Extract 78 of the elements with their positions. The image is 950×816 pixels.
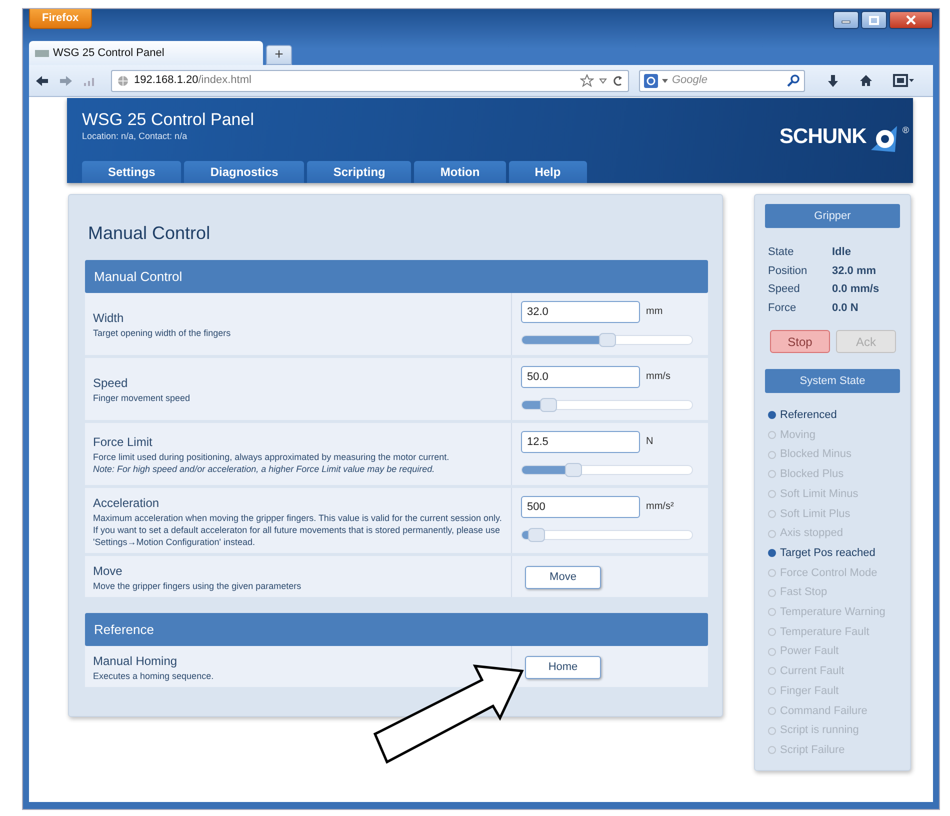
page-title: WSG 25 Control Panel	[82, 110, 255, 130]
field-description: Maximum acceleration when moving the gripper fingers. This value is valid for the current session only. If you want to set a default acceleraton for all future movements that is stored permanently, please use 'Settings→Motion Configuration' instead.	[93, 512, 503, 548]
minimize-button[interactable]	[833, 11, 859, 29]
stat-label: Speed	[768, 282, 801, 297]
section-header: Manual Control	[85, 260, 708, 293]
maximize-icon	[869, 16, 879, 24]
stat-label: Position	[768, 264, 808, 278]
nav-tab[interactable]: Diagnostics	[184, 161, 304, 183]
dropdown-icon[interactable]	[599, 78, 607, 84]
stat-value: 0.0 N	[832, 300, 860, 316]
unit-label: N	[646, 435, 654, 450]
stat-value: 32.0 mm	[832, 264, 878, 278]
slider-thumb[interactable]	[540, 398, 556, 412]
section-header: Reference	[85, 612, 708, 646]
panel-title: Manual Control	[88, 223, 212, 245]
field-label: Speed	[93, 375, 129, 392]
forward-icon[interactable]	[59, 74, 73, 86]
globe-icon	[117, 74, 129, 86]
field-label: Force Limit	[93, 434, 154, 452]
section-header: Gripper	[765, 204, 900, 228]
registered-mark: ®	[902, 124, 909, 137]
input-field[interactable]: 32.0	[521, 300, 640, 323]
close-button[interactable]	[889, 11, 933, 29]
search-field[interactable]: Google	[639, 70, 805, 92]
input-field[interactable]: 500	[521, 496, 640, 518]
field-description: Executes a homing sequence.	[93, 670, 215, 682]
field-label: Manual Homing	[93, 652, 178, 670]
field-description: Finger movement speed	[93, 392, 192, 404]
field-label: Width	[93, 310, 125, 328]
unit-label: mm/s²	[646, 500, 674, 514]
action-button[interactable]: Move	[525, 566, 601, 589]
new-tab-button[interactable]: +	[266, 45, 292, 65]
nav-tab[interactable]: Motion	[414, 161, 506, 183]
nav-tab[interactable]: Help	[508, 161, 587, 183]
input-field[interactable]: 50.0	[521, 366, 640, 388]
search-icon[interactable]	[787, 74, 800, 87]
nav-tab[interactable]: Settings	[82, 161, 182, 183]
stat-label: State	[768, 245, 795, 260]
page-subtitle: Location: n/a, Contact: n/a	[82, 130, 188, 143]
status-label: Target Pos reached	[780, 546, 876, 561]
maximize-button[interactable]	[861, 11, 887, 29]
home-icon[interactable]	[859, 74, 873, 87]
close-icon	[906, 15, 916, 25]
page-icon	[35, 48, 49, 58]
slider-thumb[interactable]	[528, 528, 545, 542]
stat-value: 0.0 mm/s	[832, 282, 880, 297]
slider[interactable]	[521, 464, 693, 475]
status-label: Referenced	[780, 408, 837, 423]
slider[interactable]	[521, 334, 693, 345]
stop-button[interactable]: Stop	[770, 330, 830, 353]
bookmarks-icon[interactable]	[893, 74, 915, 87]
nav-tab[interactable]: Scripting	[307, 161, 412, 183]
field-description: Move the gripper fingers using the given parameters	[93, 580, 302, 592]
reload-icon[interactable]	[612, 74, 623, 86]
slider[interactable]	[521, 530, 693, 540]
download-icon[interactable]	[827, 74, 839, 88]
action-button[interactable]: Home	[525, 656, 601, 679]
stat-value: Idle	[832, 245, 852, 260]
address-bar[interactable]: 192.168.1.20/index.html	[111, 70, 629, 92]
logo-text: SCHUNK	[780, 124, 866, 150]
url-text: 192.168.1.20/index.html	[134, 73, 252, 88]
field-label: Acceleration	[93, 494, 160, 512]
browser-tab[interactable]: WSG 25 Control Panel	[29, 41, 263, 65]
slider[interactable]	[521, 400, 693, 410]
field-description: Target opening width of the fingers	[93, 327, 232, 340]
stat-label: Force	[768, 300, 798, 316]
back-icon[interactable]	[35, 74, 49, 86]
caret-icon	[662, 78, 668, 82]
field-label: Move	[93, 562, 124, 580]
unit-label: mm	[646, 305, 663, 320]
section-header: System State	[765, 369, 900, 393]
field-description: Force limit used during positioning, always approximated by measuring the motor current.	[93, 451, 450, 464]
field-note: Note: For high speed and/or acceleration, a higher Force Limit value may be required.	[93, 463, 436, 476]
star-icon[interactable]	[580, 74, 594, 87]
input-field[interactable]: 12.5	[521, 430, 640, 453]
slider-thumb[interactable]	[565, 462, 582, 477]
slider-thumb[interactable]	[599, 332, 616, 347]
unit-label: mm/s	[646, 370, 670, 384]
